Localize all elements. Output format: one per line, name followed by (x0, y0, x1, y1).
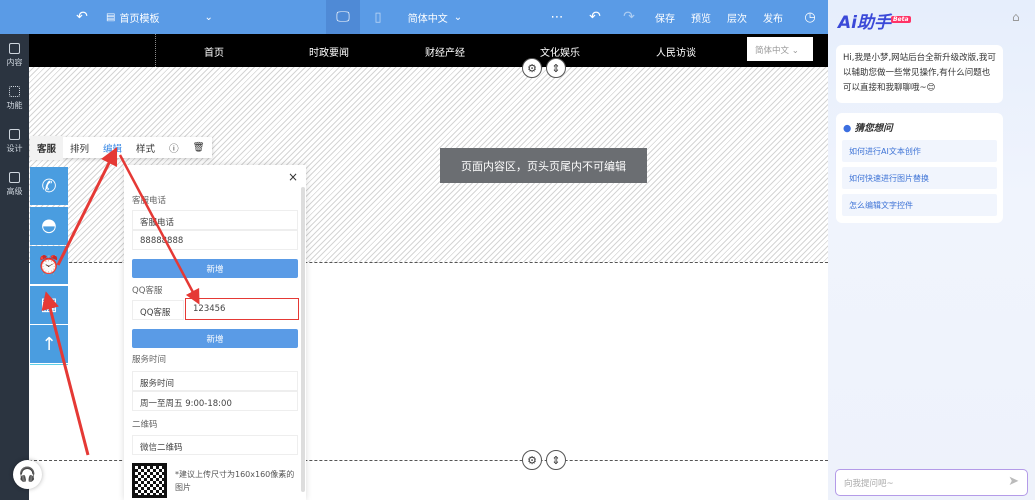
chevron-down-icon: ⌄ (453, 11, 463, 23)
preview-button[interactable]: 预览 (688, 0, 714, 34)
language-select[interactable]: 简体中文 ⌄ (405, 0, 465, 34)
suggestions-title: 猜您想问 (854, 123, 893, 134)
nav-item[interactable]: 人民访谈 (656, 44, 696, 59)
mobile-view-icon[interactable]: ▯ (366, 0, 390, 34)
tab-arrange[interactable]: 排列 (63, 141, 96, 155)
add-qq-button[interactable]: 新增 (132, 329, 298, 348)
phone-icon[interactable]: ✆ (30, 167, 68, 205)
suggested-question[interactable]: 如何进行AI文本创作 (842, 140, 997, 162)
gear-icon[interactable]: ⚙ (522, 58, 542, 78)
qr-hint: *建议上传尺寸为160x160像素的图片 (175, 470, 295, 492)
time-name-input[interactable]: 服务时间 (132, 371, 298, 391)
history-icon[interactable]: ◷ (798, 0, 822, 34)
ai-assistant-panel: Ai助手 Beta ⌂ Hi,我是小梦,网站后台全新升级改版,我可以辅助您做一些常… (828, 0, 1035, 500)
gear-icon[interactable]: ⚙ (522, 450, 542, 470)
more-icon[interactable]: ⋯ (545, 0, 569, 34)
sidebar-item-advanced[interactable]: 高级 (0, 163, 29, 206)
left-sidebar: 内容 功能 设计 高级 (0, 34, 29, 500)
suggested-question[interactable]: 如何快速进行图片替换 (842, 167, 997, 189)
qq-name-input[interactable]: QQ客服 (132, 300, 184, 320)
time-section-label: 服务时间 (132, 355, 167, 365)
layout-icon (9, 129, 20, 140)
sidebar-item-content[interactable]: 内容 (0, 34, 29, 77)
edit-panel: × 客服电话 客服电话 88888888 新增 QQ客服 QQ客服 123456… (124, 165, 306, 500)
sidebar-item-label: 设计 (6, 144, 23, 153)
code-icon (9, 172, 20, 183)
site-nav: 首页 时政要闻 财经产经 文化娱乐 人民访谈 简体中文 ⌄ (29, 34, 828, 67)
greeting-message: Hi,我是小梦,网站后台全新升级改版,我可以辅助您做一些常见操作,有什么问题也可… (836, 45, 1003, 103)
ask-input-placeholder: 向我提问吧~ (844, 479, 894, 489)
sidebar-item-label: 功能 (6, 101, 23, 110)
ai-title-text: Ai助手 (838, 13, 891, 33)
add-phone-button[interactable]: 新增 (132, 259, 298, 278)
page-select[interactable]: ▤ 首页模板 ⌄ (106, 0, 216, 34)
phone-value-input[interactable]: 88888888 (132, 230, 298, 250)
chevron-down-icon: ⌄ (791, 46, 799, 56)
suggested-question[interactable]: 怎么编辑文字控件 (842, 194, 997, 216)
ask-input[interactable]: 向我提问吧~ ➤ (835, 469, 1028, 496)
save-button[interactable]: 保存 (652, 0, 678, 34)
sidebar-item-function[interactable]: 功能 (0, 77, 29, 120)
redo-icon[interactable]: ↷ (617, 0, 641, 34)
language-label: 简体中文 (755, 46, 790, 56)
beta-badge: Beta (890, 16, 911, 24)
nav-item[interactable]: 时政要闻 (309, 44, 349, 59)
layers-button[interactable]: 层次 (724, 0, 750, 34)
undo-nav-icon[interactable]: ↶ (70, 0, 94, 34)
alarm-clock-icon[interactable]: ⏰ (30, 246, 68, 284)
phone-section-label: 客服电话 (132, 196, 167, 206)
clear-icon[interactable]: ⌂ (1012, 10, 1020, 24)
close-icon[interactable]: × (288, 170, 298, 184)
tab-customer-service[interactable]: 客服 (30, 135, 64, 160)
qr-code-image[interactable] (132, 463, 167, 498)
arrow-up-icon[interactable]: ↑ (30, 325, 68, 363)
qq-icon[interactable]: ◓ (30, 206, 68, 245)
tab-edit[interactable]: 编辑 (96, 141, 129, 155)
phone-name-input[interactable]: 客服电话 (132, 210, 298, 230)
desktop-view-icon[interactable]: 🖵 (326, 0, 360, 34)
headset-icon[interactable]: 🎧 (13, 460, 42, 489)
top-toolbar: ↶ ▤ 首页模板 ⌄ 🖵 ▯ 简体中文 ⌄ ⋯ ↶ ↷ 保存 预览 层次 发布 ◷ (0, 0, 828, 34)
sidebar-item-label: 高级 (6, 187, 23, 196)
qr-code-icon[interactable]: ▦ (30, 285, 68, 324)
page-icon: ▤ (106, 11, 116, 23)
sort-icon[interactable]: ⇕ (546, 450, 566, 470)
trash-icon[interactable]: 🗑 (186, 142, 212, 153)
document-icon (9, 43, 20, 54)
tab-style[interactable]: 样式 (129, 141, 162, 155)
send-icon[interactable]: ➤ (1008, 474, 1019, 489)
nav-item[interactable]: 首页 (204, 44, 224, 59)
help-icon[interactable]: ⓘ (162, 141, 186, 155)
content-area-notice: 页面内容区，页头页尾内不可编辑 (440, 148, 647, 183)
divider (155, 34, 156, 67)
qr-name-input[interactable]: 微信二维码 (132, 435, 298, 455)
component-toolbar: 客服 排列 编辑 样式 ⓘ 🗑 (30, 135, 212, 160)
grid-icon (9, 86, 20, 97)
page-select-label: 首页模板 (119, 13, 160, 25)
sidebar-item-design[interactable]: 设计 (0, 120, 29, 163)
scrollbar[interactable] (301, 187, 305, 492)
qr-section-label: 二维码 (132, 420, 158, 430)
language-label: 简体中文 (407, 13, 448, 25)
suggestions-card: ● 猜您想问 如何进行AI文本创作 如何快速进行图片替换 怎么编辑文字控件 (836, 113, 1003, 223)
ai-title: Ai助手 Beta (838, 8, 911, 33)
customer-service-widget: ✆ ◓ ⏰ ▦ ↑ (30, 167, 68, 365)
site-language-select[interactable]: 简体中文 ⌄ (747, 37, 813, 61)
publish-button[interactable]: 发布 (760, 0, 786, 34)
qq-number-input[interactable]: 123456 (185, 298, 299, 320)
chevron-down-icon: ⌄ (204, 11, 213, 23)
nav-item[interactable]: 文化娱乐 (540, 44, 580, 59)
qq-section-label: QQ客服 (132, 286, 163, 296)
nav-item[interactable]: 财经产经 (425, 44, 465, 59)
undo-icon[interactable]: ↶ (583, 0, 607, 34)
sort-icon[interactable]: ⇕ (546, 58, 566, 78)
time-value-input[interactable]: 周一至周五 9:00-18:00 (132, 391, 298, 411)
sidebar-item-label: 内容 (6, 58, 23, 67)
question-icon: ● (843, 123, 852, 134)
